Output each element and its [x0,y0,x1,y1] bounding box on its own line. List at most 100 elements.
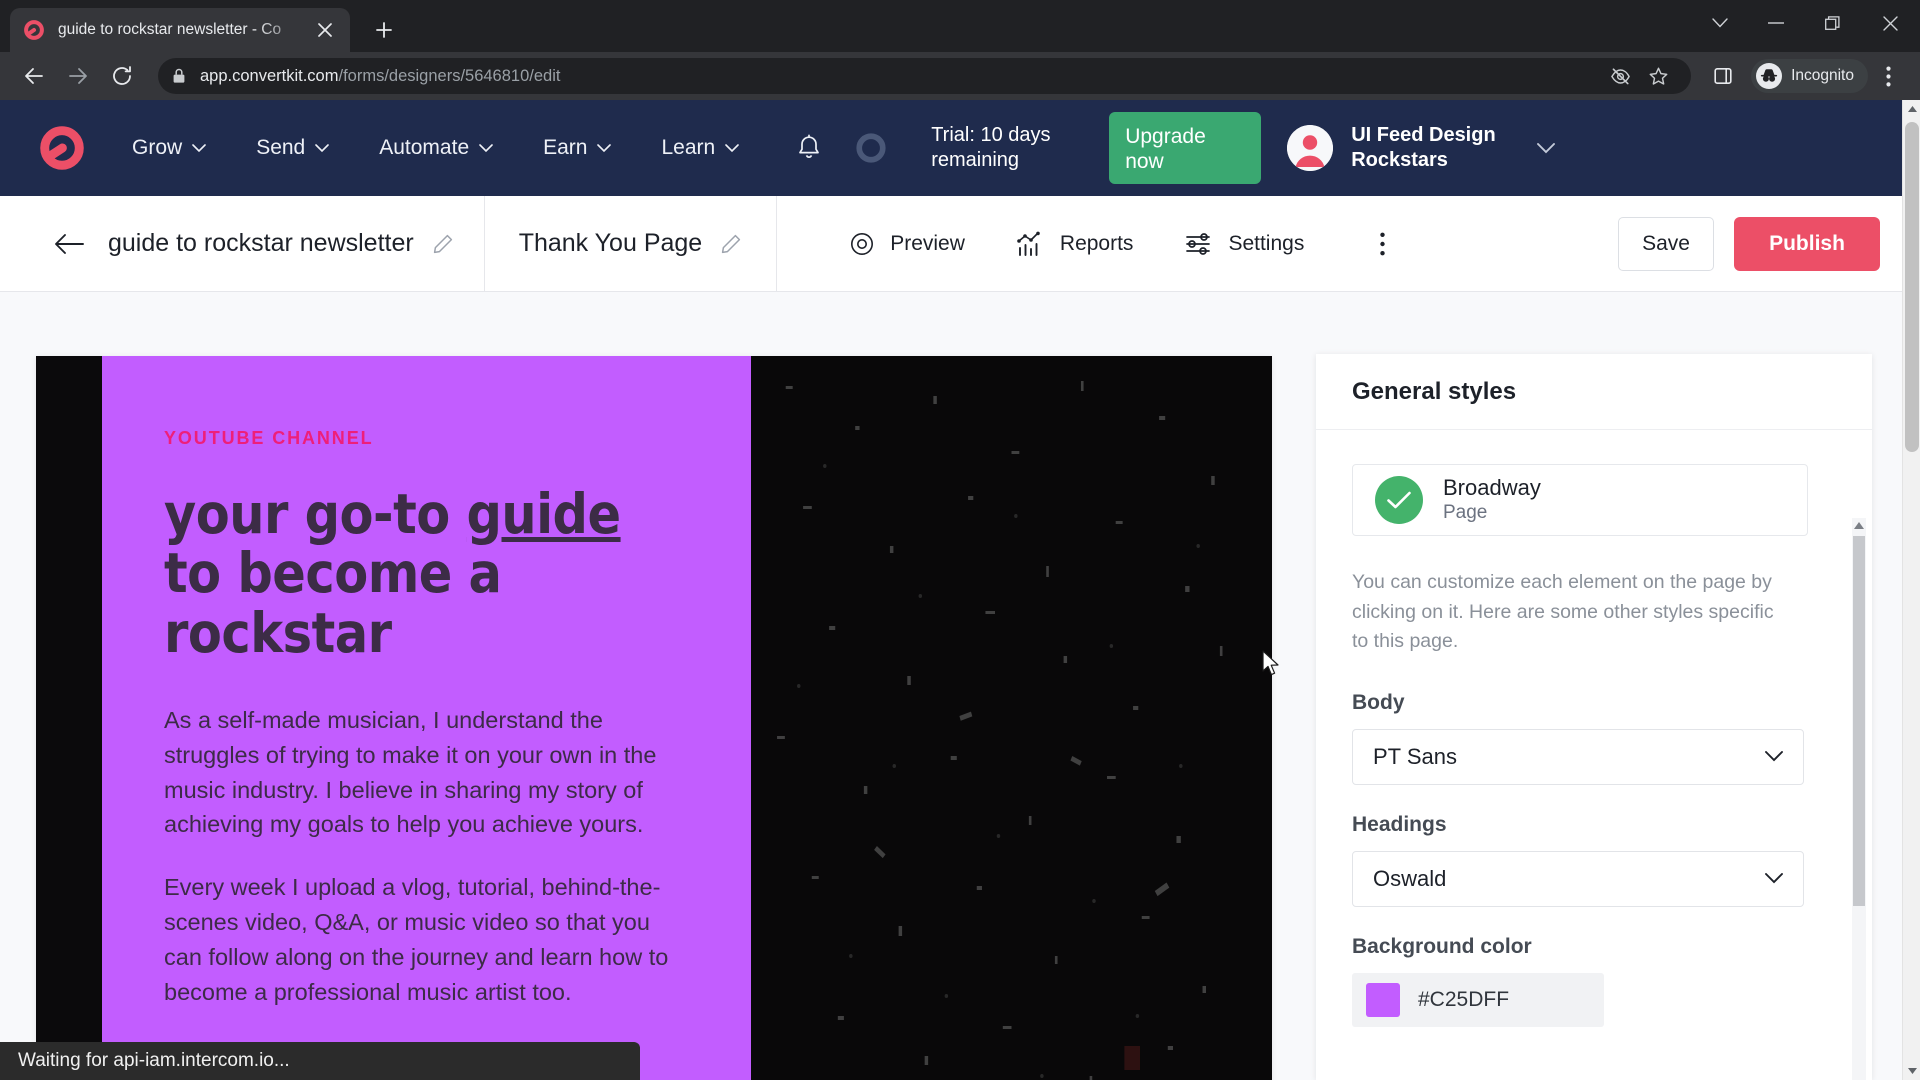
chevron-down-icon[interactable] [1692,0,1748,46]
trial-line-1: Trial: 10 days [931,124,1051,146]
theme-card[interactable]: Broadway Page [1352,464,1808,536]
nav-item-learn[interactable]: Learn [661,136,740,160]
body-font-value: PT Sans [1373,743,1457,769]
check-circle-icon [1375,476,1423,524]
chevron-down-icon [1537,142,1556,154]
page-scrollbar[interactable] [1902,100,1920,1080]
nav-item-label: Learn [661,136,716,159]
help-circle-icon[interactable] [851,128,891,168]
status-text: Waiting for api-iam.intercom.io... [18,1050,290,1071]
scrollbar-thumb[interactable] [1853,536,1865,906]
omnibox-actions [1601,57,1677,95]
restore-icon[interactable] [1804,0,1860,46]
chevron-down-icon [725,143,740,153]
browser-tab[interactable]: guide to rockstar newsletter - Co [10,8,350,52]
hero-paragraph-1[interactable]: As a self-made musician, I understand th… [164,703,689,842]
reports-button[interactable]: Reports [1017,231,1134,257]
eye-slash-icon[interactable] [1601,57,1639,95]
headings-font-label: Headings [1352,812,1447,836]
profile-label: Incognito [1791,67,1854,84]
theme-type: Page [1443,502,1488,524]
incognito-icon [1756,63,1783,89]
address-bar[interactable]: app.convertkit.com/forms/designers/56468… [158,57,1692,95]
nav-item-label: Grow [132,136,183,159]
style-panel-scrollbar[interactable] [1852,518,1866,1080]
canvas-left-photo-strip [36,356,102,1080]
chevron-down-icon [1765,873,1783,884]
reports-label: Reports [1059,231,1134,255]
chevron-down-icon [192,143,206,153]
body-font-select[interactable]: PT Sans [1352,728,1804,785]
app-navigation-bar: Grow Send Automate Earn Learn Trial: 10 … [0,100,1920,196]
nav-item-grow[interactable]: Grow [132,136,206,160]
editor-workspace: YOUTUBE CHANNEL your go-to guide to beco… [0,292,1920,1080]
triangle-up-icon[interactable] [1852,518,1866,532]
window-controls [1692,0,1920,46]
page-preview-canvas[interactable]: YOUTUBE CHANNEL your go-to guide to beco… [36,356,1272,1080]
headings-font-select[interactable]: Oswald [1352,850,1804,907]
form-name[interactable]: guide to rockstar newsletter [108,229,414,258]
upgrade-now-button[interactable]: Upgrade now [1109,112,1262,184]
settings-button[interactable]: Settings [1185,232,1304,256]
minimize-icon[interactable] [1748,0,1804,46]
hero-kicker[interactable]: YOUTUBE CHANNEL [164,428,689,449]
headings-font-value: Oswald [1373,865,1447,891]
triangle-down-icon[interactable] [1903,1062,1920,1080]
pencil-icon[interactable] [720,233,742,255]
upgrade-line-2: now [1125,150,1164,174]
preview-button[interactable]: Preview [849,231,965,257]
body-font-label: Body [1352,690,1405,714]
close-icon[interactable] [312,17,338,43]
kebab-menu-icon[interactable] [1360,222,1404,266]
page-viewport: Grow Send Automate Earn Learn Trial: 10 … [0,100,1920,1080]
page-scrollbar-thumb[interactable] [1905,122,1919,452]
hero-content-panel[interactable]: YOUTUBE CHANNEL your go-to guide to beco… [102,356,751,1080]
back-arrow-icon[interactable] [12,54,56,98]
background-color-input[interactable]: #C25DFF [1352,972,1604,1027]
nav-item-automate[interactable]: Automate [379,136,493,160]
nav-item-send[interactable]: Send [256,136,330,160]
browser-tab-title: guide to rockstar newsletter - Co [58,21,282,38]
bell-icon[interactable] [789,128,829,168]
background-color-label: Background color [1352,934,1532,958]
save-button[interactable]: Save [1618,216,1714,271]
pencil-icon[interactable] [432,233,454,255]
chevron-down-icon [597,143,612,153]
url-domain: app.convertkit.com [200,66,339,85]
style-panel-description: You can customize each element on the pa… [1352,571,1774,653]
nav-item-earn[interactable]: Earn [543,136,612,160]
profile-chip[interactable]: Incognito [1751,59,1868,93]
sliders-icon [1185,232,1213,256]
hero-photo[interactable] [751,356,1272,1080]
upgrade-line-1: Upgrade [1125,125,1206,148]
chevron-down-icon [479,143,493,153]
preview-label: Preview [890,231,965,255]
close-icon[interactable] [1860,0,1920,46]
address-bar-url: app.convertkit.com/forms/designers/56468… [200,67,560,86]
star-icon[interactable] [1639,57,1677,95]
forward-arrow-icon[interactable] [56,54,100,98]
kebab-menu-icon[interactable] [1868,56,1908,96]
hero-paragraph-2[interactable]: Every week I upload a vlog, tutorial, be… [164,870,689,1009]
hero-heading[interactable]: your go-to guide to become a rockstar [164,484,689,663]
back-arrow-icon[interactable] [48,223,90,265]
theme-name: Broadway [1443,474,1541,500]
page-tab-thank-you[interactable]: Thank You Page [485,196,778,291]
theme-card-text: Broadway Page [1443,474,1541,526]
convertkit-logo-icon[interactable] [34,120,90,176]
chart-icon [1017,231,1045,257]
color-swatch[interactable] [1366,982,1400,1017]
user-avatar-icon [1287,125,1334,171]
editor-primary-actions: Save Publish [1618,196,1920,291]
form-title-group: guide to rockstar newsletter [0,196,485,291]
side-panel-icon[interactable] [1701,54,1745,98]
account-menu[interactable]: UI Feed Design Rockstars [1287,123,1556,173]
account-name: UI Feed Design Rockstars [1351,123,1511,173]
reload-icon[interactable] [100,54,144,98]
nav-item-label: Automate [379,136,470,159]
page-name: Thank You Page [518,229,703,257]
publish-button[interactable]: Publish [1734,216,1880,271]
editor-toolbar: guide to rockstar newsletter Thank You P… [0,196,1920,292]
triangle-up-icon[interactable] [1903,100,1920,118]
new-tab-button[interactable] [364,10,404,50]
